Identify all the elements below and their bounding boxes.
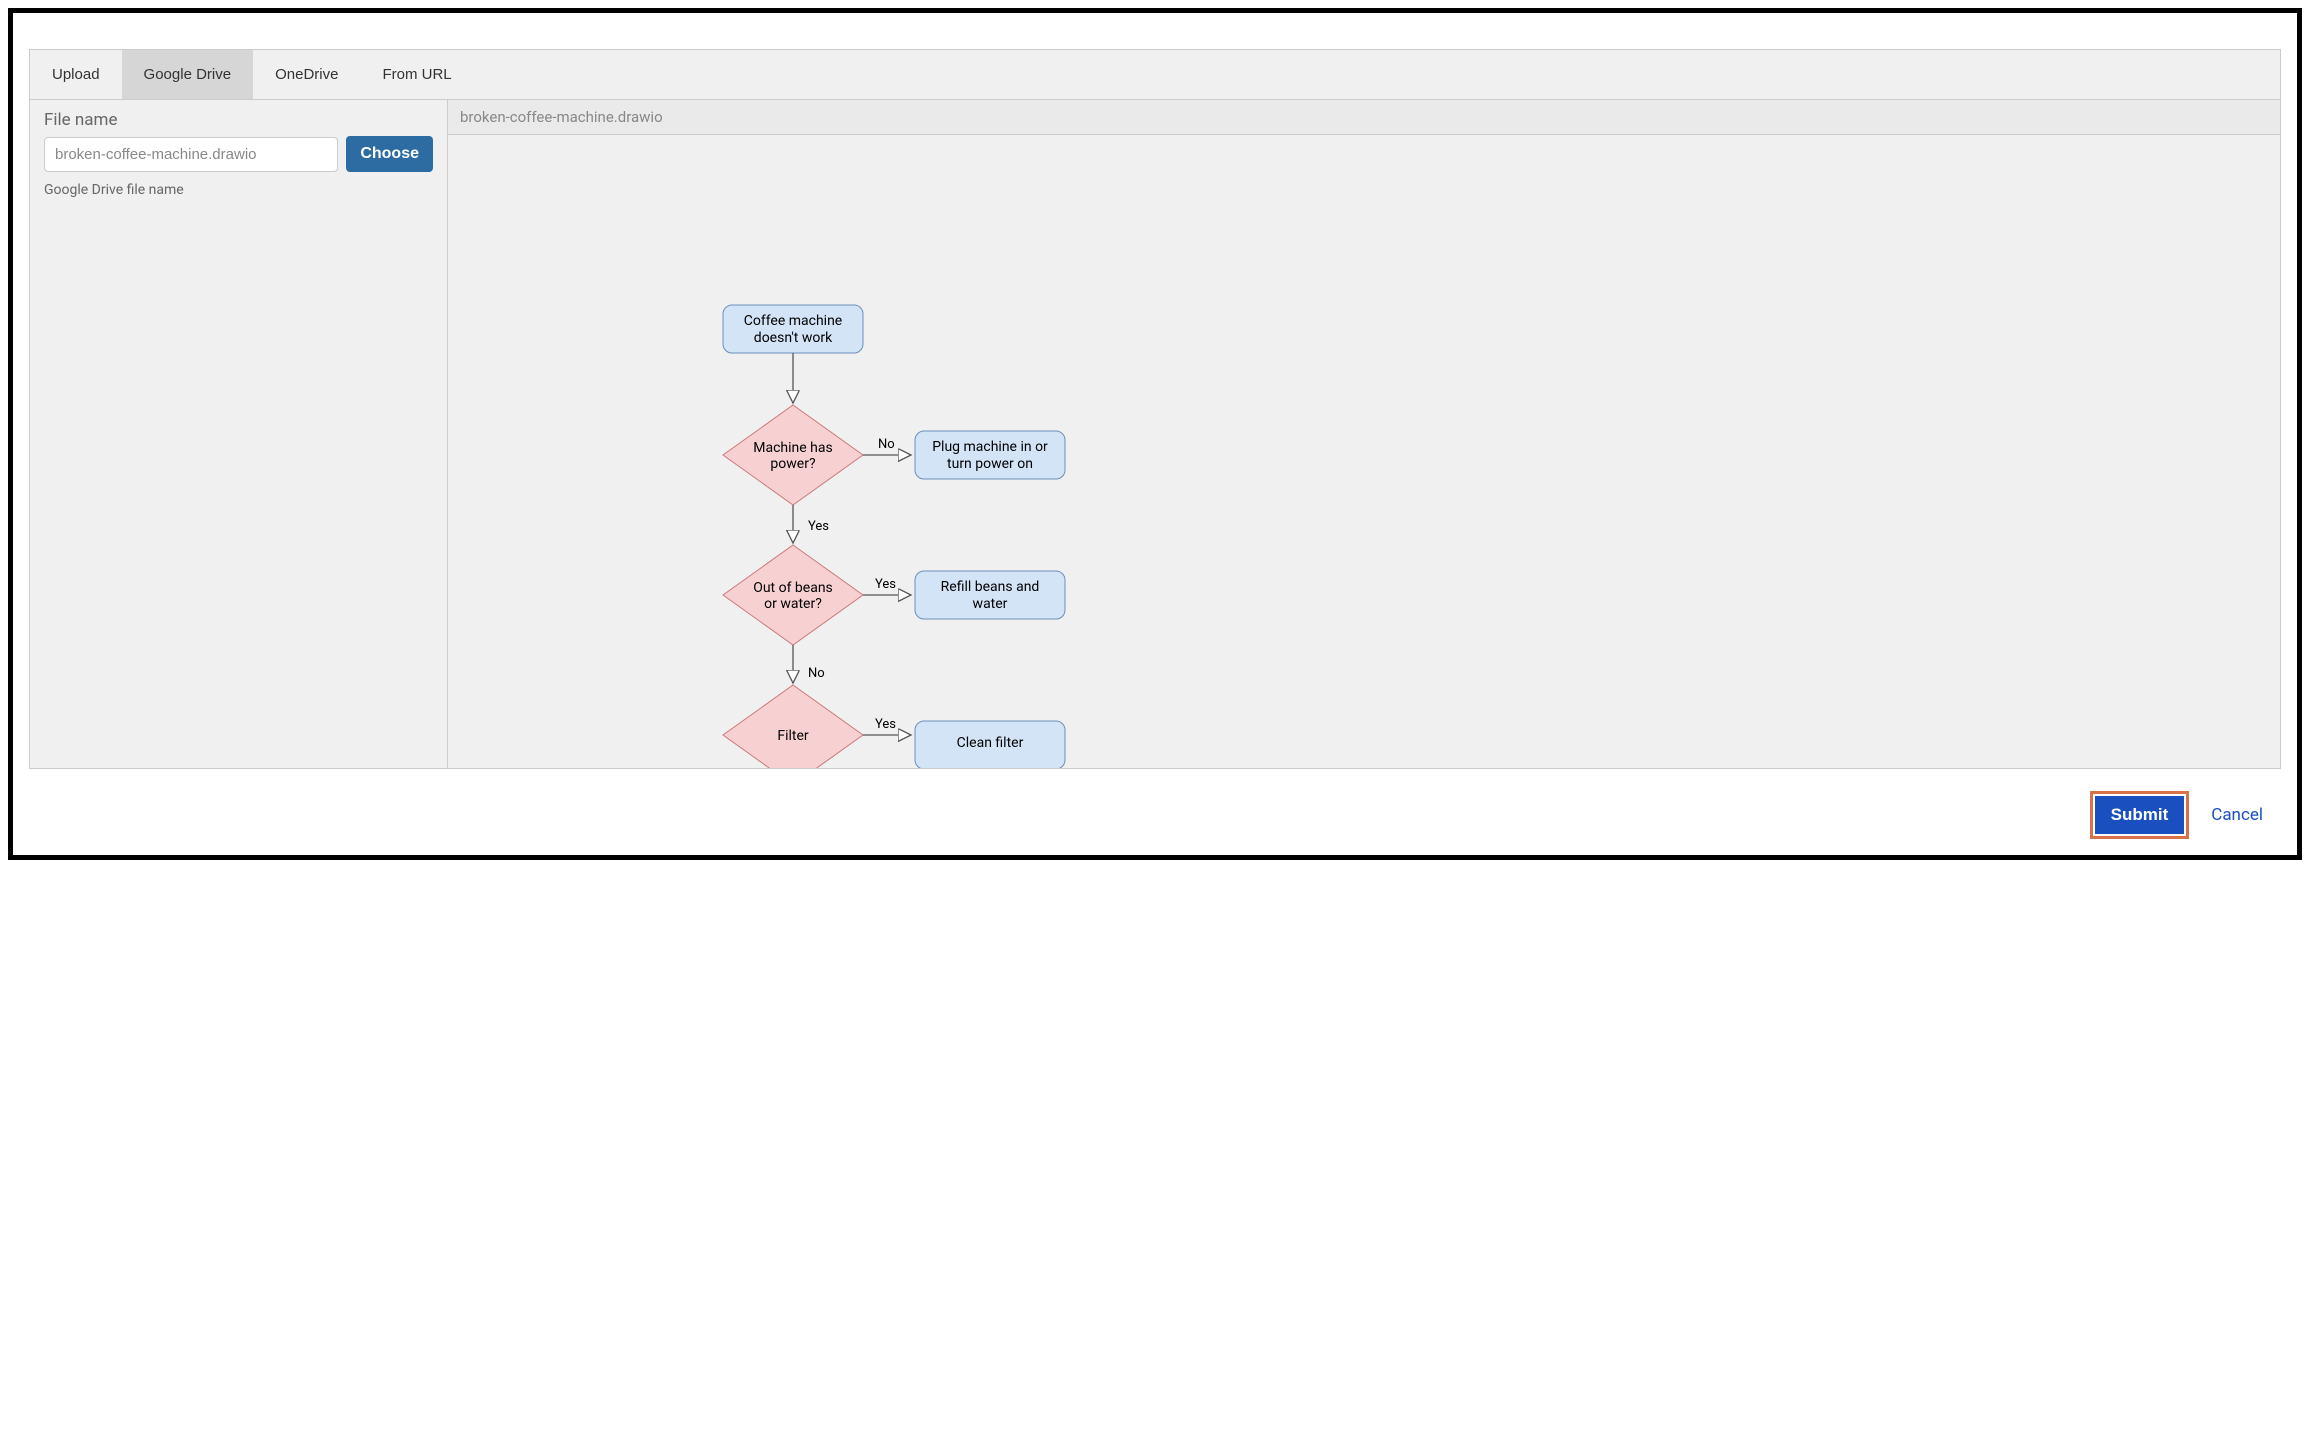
preview-body: Coffee machine doesn't work Machine has …	[448, 135, 2280, 768]
cancel-link[interactable]: Cancel	[2211, 805, 2263, 825]
edge-d1-no-label: No	[878, 437, 895, 452]
node-d2-line2: or water?	[764, 596, 822, 612]
tab-from-url[interactable]: From URL	[360, 50, 473, 99]
tab-onedrive[interactable]: OneDrive	[253, 50, 360, 99]
dialog-area: Upload Google Drive OneDrive From URL Fi…	[29, 49, 2281, 769]
node-a1-line1: Plug machine in or	[932, 439, 1048, 455]
submit-highlight: Submit	[2090, 791, 2190, 839]
edge-d3-yes-label: Yes	[875, 717, 896, 732]
node-a2-line2: water	[973, 596, 1008, 612]
tabs: Upload Google Drive OneDrive From URL	[30, 50, 2280, 100]
node-a2-line1: Refill beans and	[941, 579, 1040, 595]
submit-button[interactable]: Submit	[2095, 796, 2185, 834]
node-start-line2: doesn't work	[754, 330, 833, 346]
node-d3	[723, 685, 863, 768]
tab-google-drive[interactable]: Google Drive	[122, 50, 254, 99]
node-a1-line2: turn power on	[947, 456, 1033, 472]
left-panel: File name Choose Google Drive file name	[30, 100, 448, 768]
node-a3-line1: Clean filter	[957, 735, 1024, 751]
flowchart-diagram: Coffee machine doesn't work Machine has …	[448, 135, 1348, 768]
edge-d2-no-label: No	[808, 666, 825, 681]
file-name-label: File name	[44, 110, 433, 130]
preview-panel: broken-coffee-machine.drawio Coffee mach…	[448, 100, 2280, 768]
file-name-helper: Google Drive file name	[44, 182, 433, 198]
tab-upload[interactable]: Upload	[30, 50, 122, 99]
file-name-input[interactable]	[44, 137, 338, 172]
node-d2-line1: Out of beans	[753, 580, 833, 596]
dialog-footer: Submit Cancel	[29, 769, 2281, 845]
node-d1-line2: power?	[770, 456, 816, 472]
content-row: File name Choose Google Drive file name …	[30, 100, 2280, 768]
dialog-frame: Upload Google Drive OneDrive From URL Fi…	[8, 8, 2302, 860]
choose-button[interactable]: Choose	[346, 136, 433, 172]
file-row: Choose	[44, 136, 433, 172]
edge-d2-yes-label: Yes	[875, 577, 896, 592]
node-start-line1: Coffee machine	[744, 313, 842, 329]
edge-d1-yes-label: Yes	[808, 519, 829, 534]
preview-filename: broken-coffee-machine.drawio	[448, 100, 2280, 135]
node-d3-line1: Filter	[777, 728, 809, 744]
node-d1-line1: Machine has	[753, 440, 832, 456]
